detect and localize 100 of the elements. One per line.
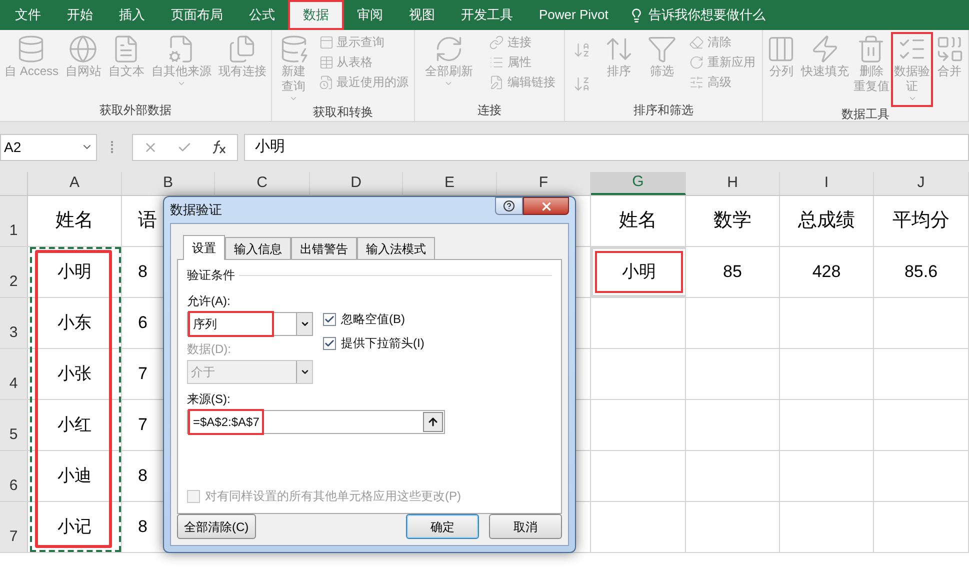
- help-button[interactable]: [495, 197, 523, 215]
- menu-tab[interactable]: 开发工具: [448, 0, 526, 30]
- cell-text: 85.6: [904, 261, 938, 284]
- column-header[interactable]: I: [780, 172, 874, 195]
- arrow-icon: [427, 416, 439, 428]
- checkbox[interactable]: [323, 336, 336, 350]
- field-value: =$A$2:$A$7: [188, 409, 264, 435]
- menu-tab[interactable]: 开始: [54, 0, 106, 30]
- check-icon: [324, 338, 335, 348]
- field-label: 来源(S):: [187, 391, 232, 408]
- dialog-button[interactable]: 全部清除(C): [177, 514, 256, 539]
- checkbox-label: 忽略空值(B): [341, 311, 405, 328]
- source-field[interactable]: =$A$2:$A$7: [187, 410, 445, 434]
- cell-text: 小张: [58, 363, 92, 386]
- sort-az-icon: [572, 41, 591, 59]
- link-icon: [489, 35, 504, 50]
- menu-tab[interactable]: 视图: [396, 0, 448, 30]
- section-title: 验证条件: [187, 267, 235, 284]
- cell-text: 小记: [58, 516, 92, 538]
- row-header[interactable]: 5: [0, 400, 28, 450]
- checkbox-label: 提供下拉箭头(I): [341, 335, 424, 352]
- row-header[interactable]: 7: [0, 502, 28, 552]
- row-header[interactable]: 1: [0, 196, 28, 246]
- field-label: 数据(D):: [187, 341, 232, 358]
- cell-text: 小迪: [58, 465, 92, 488]
- dialog-tab[interactable]: 输入信息: [225, 237, 291, 259]
- column-header[interactable]: B: [122, 172, 215, 195]
- field-label: 允许(A):: [187, 293, 232, 310]
- cell-text: 8: [138, 465, 148, 488]
- close-icon: [540, 200, 552, 212]
- cell-text: 姓名: [619, 208, 657, 233]
- cell-text: 姓名: [56, 208, 94, 233]
- row-header[interactable]: 6: [0, 451, 28, 501]
- cell-text: 语: [138, 208, 157, 233]
- filter-icon: [647, 34, 678, 64]
- group-label: 排序和筛选: [632, 102, 694, 119]
- menu-tab[interactable]: 文件: [2, 0, 54, 30]
- formula-field[interactable]: 小明: [244, 134, 969, 160]
- row-header[interactable]: 2: [0, 247, 28, 297]
- dropdown-value: 序列: [188, 311, 274, 337]
- column-header[interactable]: J: [874, 172, 969, 195]
- file-clock-icon: [318, 75, 334, 90]
- allow-dropdown[interactable]: 序列: [187, 312, 313, 336]
- globe-icon: [68, 34, 98, 64]
- sort-za-icon: [572, 75, 591, 93]
- group-label: 获取和转换: [312, 104, 374, 121]
- column-header[interactable]: A: [28, 172, 122, 195]
- table-icon: [318, 55, 334, 70]
- tell-me-search[interactable]: 告诉我你想要做什么: [629, 0, 766, 30]
- cell-text: 428: [812, 261, 841, 284]
- collapse-button[interactable]: [423, 412, 443, 432]
- menu-tab[interactable]: 页面布局: [158, 0, 236, 30]
- menu-tab[interactable]: 插入: [106, 0, 158, 30]
- row-header[interactable]: 4: [0, 349, 28, 399]
- name-box[interactable]: A2: [0, 134, 97, 160]
- dropdown-value: 介于: [190, 364, 216, 381]
- dialog-button[interactable]: 取消: [489, 514, 562, 539]
- checkbox[interactable]: [323, 312, 336, 326]
- column-header[interactable]: E: [403, 172, 497, 195]
- rotate-icon: [689, 55, 704, 70]
- row-header[interactable]: 3: [0, 298, 28, 348]
- cell-text: 总成绩: [798, 208, 855, 233]
- cell-text: 7: [138, 363, 148, 386]
- group-label: 数据工具: [840, 106, 890, 121]
- eraser-icon: [689, 35, 704, 50]
- cell-text: 7: [138, 414, 148, 436]
- cell-text: 85: [723, 261, 742, 284]
- menu-tab[interactable]: Power Pivot: [526, 0, 622, 30]
- menu-tab[interactable]: 公式: [236, 0, 288, 30]
- caret-icon: [300, 319, 310, 329]
- cell-text: 8: [138, 516, 148, 538]
- menu-tab[interactable]: 审阅: [344, 0, 396, 30]
- dialog-tab[interactable]: 设置: [183, 235, 225, 260]
- cell-text: 小东: [58, 312, 92, 334]
- cell-text: 小红: [58, 414, 92, 436]
- column-header[interactable]: D: [310, 172, 403, 195]
- dialog-button[interactable]: 确定: [406, 514, 479, 539]
- cell-text: 8: [138, 261, 148, 284]
- cell-text: 小明: [58, 261, 92, 284]
- menu-tab[interactable]: 数据: [288, 0, 344, 30]
- cell-text: 平均分: [892, 208, 950, 233]
- check-icon: [324, 314, 335, 324]
- cell-text: 数学: [714, 208, 752, 233]
- column-header[interactable]: H: [686, 172, 780, 195]
- sliders-icon: [689, 75, 704, 90]
- column-header[interactable]: C: [215, 172, 310, 195]
- cell-text: 小明: [595, 251, 683, 293]
- file-pen-icon: [489, 75, 504, 90]
- close-button[interactable]: [523, 197, 569, 215]
- function-icon[interactable]: [211, 140, 228, 154]
- help-icon: [503, 200, 515, 212]
- group-label: 获取外部数据: [98, 102, 172, 119]
- dialog-tab[interactable]: 输入法模式: [357, 237, 435, 259]
- panel-icon: [318, 35, 334, 50]
- grip-icon: [111, 141, 114, 153]
- column-header[interactable]: G: [591, 172, 686, 195]
- cell-reference: A2: [4, 138, 22, 156]
- window-title: 数据验证: [170, 201, 222, 220]
- dialog-tab[interactable]: 出错警告: [291, 237, 357, 259]
- cell-text: 6: [138, 312, 148, 334]
